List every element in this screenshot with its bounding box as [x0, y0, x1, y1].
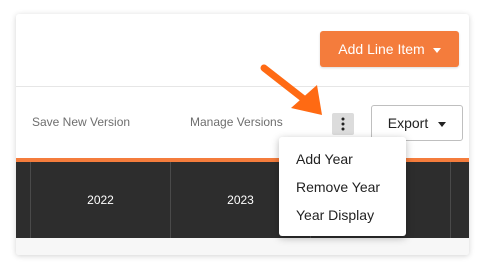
more-actions-button[interactable] — [332, 113, 354, 135]
callout-arrow-icon — [260, 64, 322, 115]
export-label: Export — [387, 115, 429, 131]
more-actions-menu: Add Year Remove Year Year Display — [279, 137, 406, 236]
caret-down-icon — [438, 121, 447, 127]
top-bar: Add Line Item — [16, 14, 469, 87]
add-line-item-label: Add Line Item — [338, 41, 425, 57]
menu-item-add-year[interactable]: Add Year — [279, 145, 406, 173]
menu-item-year-display[interactable]: Year Display — [279, 201, 406, 229]
year-column-header — [450, 162, 469, 238]
year-column-header: 2022 — [30, 162, 170, 238]
caret-down-icon — [432, 47, 441, 53]
save-new-version-link[interactable]: Save New Version — [32, 115, 130, 129]
screenshot-stage: Add Line Item Save New Version Manage Ve… — [0, 0, 485, 270]
add-line-item-button[interactable]: Add Line Item — [320, 31, 459, 67]
table-body-row — [16, 238, 469, 255]
export-button[interactable]: Export — [371, 105, 463, 141]
menu-item-remove-year[interactable]: Remove Year — [279, 173, 406, 201]
vertical-ellipsis-icon — [341, 117, 345, 131]
